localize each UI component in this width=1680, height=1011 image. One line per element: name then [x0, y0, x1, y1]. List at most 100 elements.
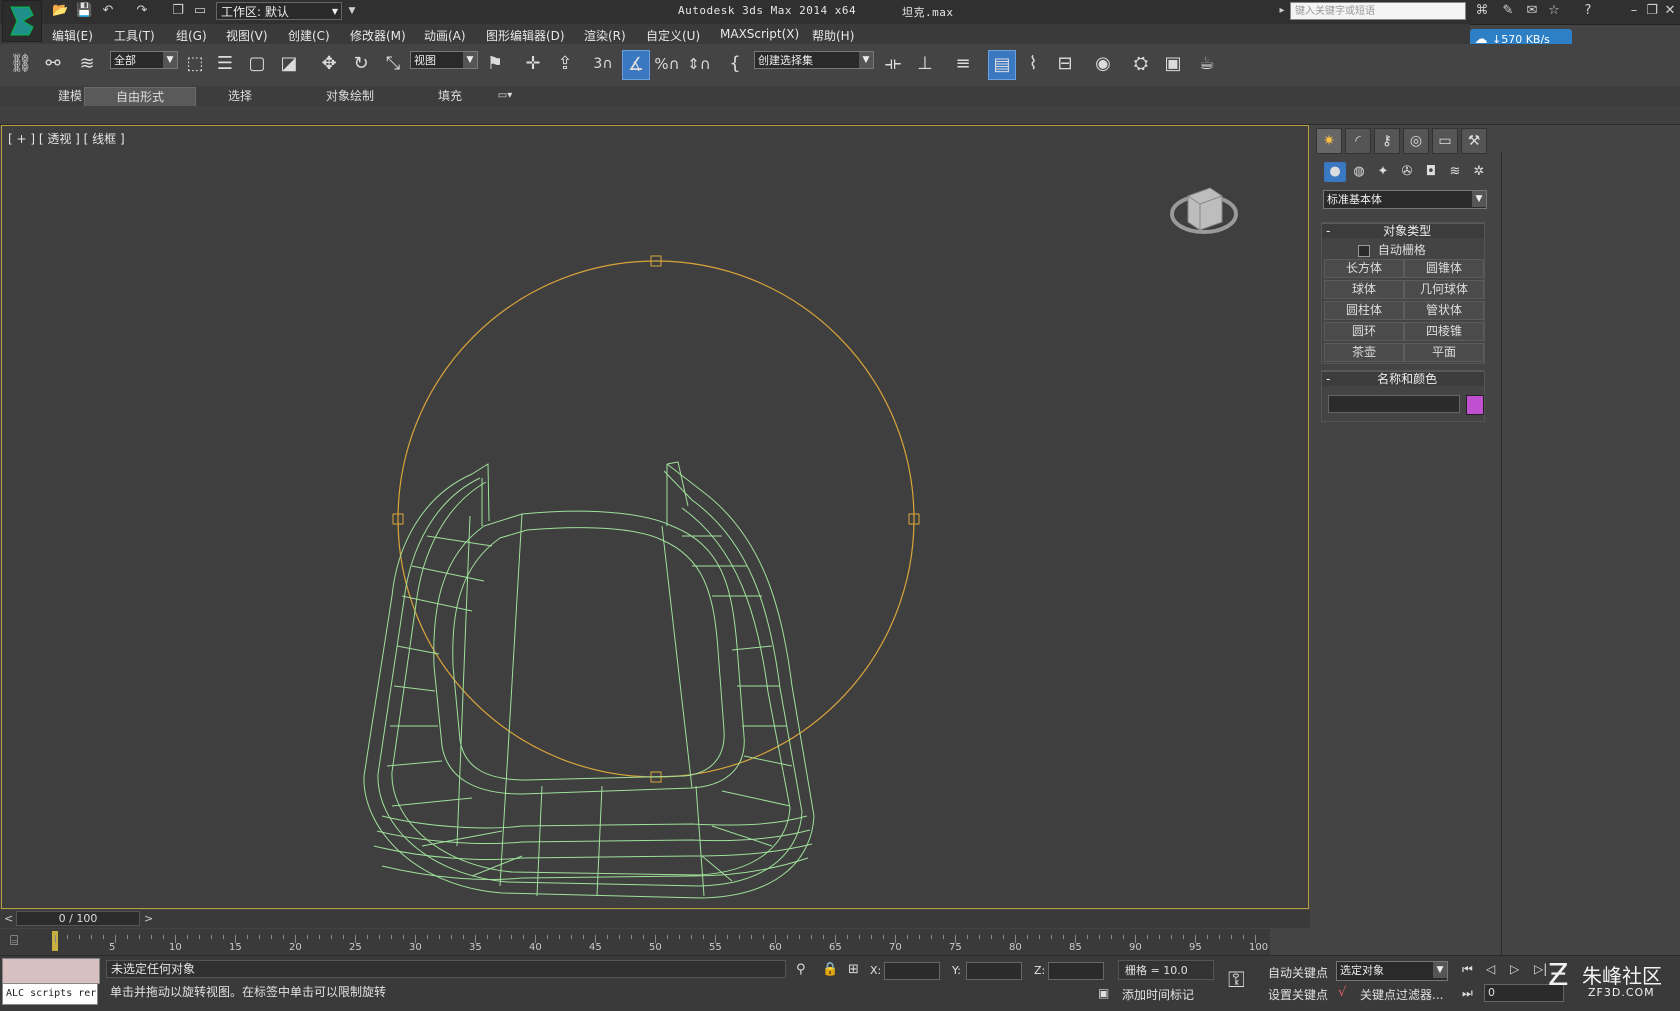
create-tab-icon[interactable]: ✷ — [1316, 128, 1342, 154]
minimize-icon[interactable]: – — [1626, 4, 1642, 18]
utilities-tab-icon[interactable]: ⚒ — [1461, 128, 1487, 154]
primitive-type-dropdown[interactable]: 标准基本体 ▼ — [1323, 190, 1487, 209]
go-to-start-icon[interactable]: ⏮ — [1462, 962, 1473, 977]
folder-icon[interactable]: ▭ — [192, 4, 208, 18]
render-production-icon[interactable]: ☕ — [1194, 50, 1220, 78]
torus-button[interactable]: 圆环 — [1324, 322, 1404, 341]
geosphere-button[interactable]: 几何球体 — [1404, 280, 1484, 299]
undo-icon[interactable]: ↶ — [100, 4, 116, 18]
ribbon-tab-freeform[interactable]: 自由形式 — [84, 87, 196, 107]
align-icon[interactable]: ⊥ — [912, 50, 938, 78]
cylinder-button[interactable]: 圆柱体 — [1324, 301, 1404, 320]
rendered-frame-window-icon[interactable]: ▣ — [1160, 50, 1186, 78]
pyramid-button[interactable]: 四棱锥 — [1404, 322, 1484, 341]
customize-quickaccess-icon[interactable]: ▼ — [344, 4, 360, 18]
ribbon-tab-populate[interactable]: 填充 — [420, 87, 480, 105]
render-setup-icon[interactable]: ⛭ — [1128, 50, 1154, 78]
menu-group[interactable]: 组(G) — [176, 27, 207, 44]
redo-icon[interactable]: ↷ — [134, 4, 150, 18]
maxscript-listener-bottom[interactable]: ALC scripts rer — [2, 983, 98, 1005]
ribbon-options-icon[interactable]: ▭▾ — [490, 87, 520, 105]
object-color-swatch[interactable] — [1466, 395, 1484, 415]
spacewarps-category-icon[interactable]: ≋ — [1444, 162, 1466, 182]
unlink-icon[interactable]: ⚯ — [40, 50, 66, 78]
schematic-view-icon[interactable]: ⊟ — [1052, 50, 1078, 78]
favorites-star-icon[interactable]: ☆ — [1546, 4, 1562, 18]
menu-edit[interactable]: 编辑(E) — [52, 27, 93, 44]
graphite-toolbar-icon[interactable]: ▤ — [988, 50, 1016, 80]
menu-help[interactable]: 帮助(H) — [812, 27, 854, 44]
bind-spacewarp-icon[interactable]: ≋ — [74, 50, 100, 78]
move-icon[interactable]: ✥ — [316, 50, 342, 78]
spinner-snap-icon[interactable]: ⇕∩ — [686, 50, 712, 78]
curve-editor-icon[interactable]: ⌇ — [1020, 50, 1046, 78]
pivot-center-icon[interactable]: ⚑ — [482, 50, 508, 78]
isolate-icon[interactable]: ⚲ — [796, 962, 806, 977]
named-selection-set-dropdown[interactable]: 创建选择集 ▼ — [754, 51, 874, 69]
time-next-arrow[interactable]: > — [144, 912, 153, 925]
edit-named-selections-icon[interactable]: { — [722, 50, 748, 78]
help-icon[interactable]: ? — [1580, 4, 1596, 18]
plane-button[interactable]: 平面 — [1404, 343, 1484, 362]
modify-tab-icon[interactable]: ◜ — [1345, 128, 1371, 154]
key-icon[interactable]: ⚿ — [1228, 968, 1245, 993]
z-coordinate-field[interactable] — [1048, 962, 1104, 980]
menu-modifiers[interactable]: 修改器(M) — [350, 27, 406, 44]
angle-snap-icon[interactable]: ∡ — [622, 50, 650, 80]
search-input[interactable]: 键入关键字或短语 — [1290, 2, 1466, 20]
expand-search-icon[interactable]: ▸ — [1274, 4, 1290, 18]
communication-center-icon[interactable]: ✉ — [1524, 4, 1540, 18]
scale-icon[interactable]: ⤡ — [380, 50, 406, 78]
menu-maxscript[interactable]: MAXScript(X) — [720, 27, 799, 41]
keyboard-shortcut-override-icon[interactable]: ⇪ — [552, 50, 578, 78]
subscription-icon[interactable]: ✎ — [1500, 4, 1516, 18]
auto-key-button[interactable]: 自动关键点 — [1268, 964, 1328, 981]
menu-create[interactable]: 创建(C) — [288, 27, 330, 44]
menu-views[interactable]: 视图(V) — [226, 27, 268, 44]
window-crossing-icon[interactable]: ◪ — [276, 50, 302, 78]
geometry-category-icon[interactable]: ● — [1324, 162, 1346, 182]
open-icon[interactable]: 📂 — [52, 4, 68, 18]
autogrid-box[interactable] — [1358, 244, 1370, 257]
display-tab-icon[interactable]: ▭ — [1432, 128, 1458, 154]
shapes-category-icon[interactable]: ◍ — [1348, 162, 1370, 182]
hierarchy-tab-icon[interactable]: ⚷ — [1374, 128, 1400, 154]
reference-coord-dropdown[interactable]: 视图 ▼ — [410, 51, 478, 69]
sphere-button[interactable]: 球体 — [1324, 280, 1404, 299]
previous-frame-icon[interactable]: ◁ — [1486, 962, 1495, 976]
teapot-button[interactable]: 茶壶 — [1324, 343, 1404, 362]
save-icon[interactable]: 💾 — [76, 4, 92, 18]
play-icon[interactable]: ▷ — [1510, 962, 1519, 976]
selection-lock-icon[interactable]: 🔒 — [822, 962, 838, 977]
cone-button[interactable]: 圆锥体 — [1404, 259, 1484, 278]
y-coordinate-field[interactable] — [966, 962, 1022, 980]
menu-tools[interactable]: 工具(T) — [114, 27, 155, 44]
cameras-category-icon[interactable]: ✇ — [1396, 162, 1418, 182]
mirror-icon[interactable]: ⟛ — [880, 50, 906, 78]
key-mode-dropdown[interactable]: 选定对象 ▼ — [1336, 961, 1448, 981]
next-frame-icon[interactable]: ▷| — [1534, 962, 1547, 976]
workspace-dropdown[interactable]: 工作区: 默认 ▼ — [216, 2, 342, 20]
material-editor-icon[interactable]: ◉ — [1090, 50, 1116, 78]
autogrid-checkbox[interactable]: 自动栅格 — [1358, 241, 1426, 258]
key-filters-button[interactable]: 关键点过滤器... — [1360, 986, 1443, 1003]
absolute-mode-icon[interactable]: ⊞ — [848, 962, 859, 977]
object-name-field[interactable] — [1328, 395, 1460, 413]
selection-filter-dropdown[interactable]: 全部 ▼ — [110, 51, 178, 69]
systems-category-icon[interactable]: ✲ — [1468, 162, 1490, 182]
time-slider-thumb[interactable]: 0 / 100 — [16, 911, 140, 926]
menu-rendering[interactable]: 渲染(R) — [584, 27, 626, 44]
object-type-header[interactable]: - 对象类型 — [1322, 223, 1484, 238]
project-folder-icon[interactable]: ❐ — [170, 4, 186, 18]
snaps-toggle-icon[interactable]: 3∩ — [590, 50, 616, 78]
rotate-icon[interactable]: ↻ — [348, 50, 374, 78]
tube-button[interactable]: 管状体 — [1404, 301, 1484, 320]
ribbon-tab-object-paint[interactable]: 对象绘制 — [310, 87, 390, 105]
layer-manager-icon[interactable]: ≡ — [950, 50, 976, 78]
percent-snap-icon[interactable]: %∩ — [654, 50, 680, 78]
link-icon[interactable]: ⛓ — [8, 50, 34, 78]
motion-tab-icon[interactable]: ◎ — [1403, 128, 1429, 154]
lights-category-icon[interactable]: ✦ — [1372, 162, 1394, 182]
name-color-header[interactable]: - 名称和颜色 — [1322, 371, 1484, 386]
select-object-icon[interactable]: ⬚ — [182, 50, 208, 78]
